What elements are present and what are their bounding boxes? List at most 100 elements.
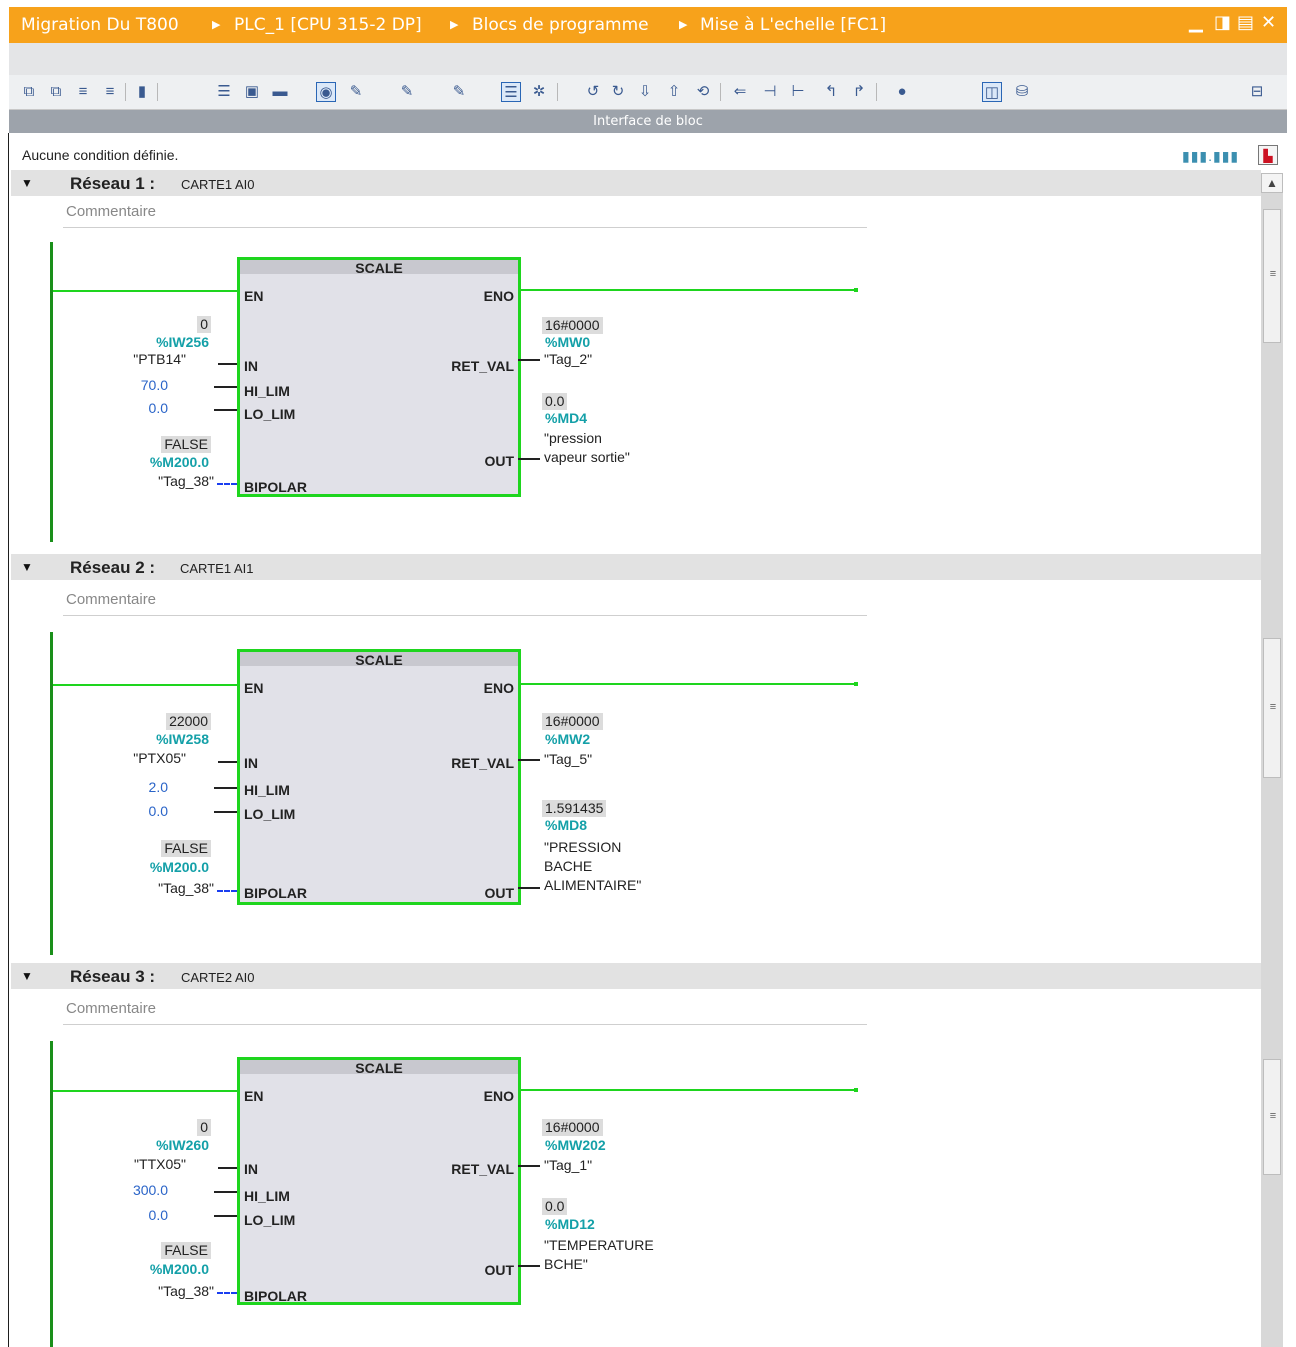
panel-toggle-icon[interactable]: ⊟ <box>1247 82 1267 102</box>
delete-network-icon[interactable]: ⧉ <box>46 82 66 102</box>
go-to-prev-icon[interactable]: ✎ <box>449 82 469 102</box>
in-address[interactable]: %IW256 <box>156 334 209 350</box>
scrollbar-thumb[interactable]: ≡ <box>1263 209 1281 343</box>
out-address[interactable]: %MD4 <box>545 410 587 426</box>
network-subtitle[interactable]: CARTE1 AI0 <box>181 177 254 192</box>
go-to-error-icon[interactable]: ✎ <box>346 82 366 102</box>
bipolar-address[interactable]: %M200.0 <box>150 859 209 875</box>
ret-val-tag[interactable]: "Tag_5" <box>544 750 592 769</box>
scrollbar-thumb[interactable]: ≡ <box>1263 638 1281 778</box>
out-tag-line-1[interactable]: "pression <box>544 429 602 448</box>
out-address[interactable]: %MD8 <box>545 817 587 833</box>
breadcrumb-device[interactable]: PLC_1 [CPU 315-2 DP] <box>234 15 422 35</box>
minimize-icon[interactable]: ▁ <box>1189 12 1203 33</box>
vertical-scrollbar[interactable]: ≡ <box>1261 963 1283 1347</box>
network-header[interactable]: ▼ Réseau 3 : CARTE2 AI0 <box>11 963 1261 989</box>
ret-val-tag[interactable]: "Tag_1" <box>544 1156 592 1175</box>
monitoring-icon[interactable]: ↺ <box>583 82 603 102</box>
call-structure-icon[interactable]: ✲ <box>529 82 549 102</box>
breakpoint-icon[interactable]: ● <box>892 82 912 102</box>
ret-val-address[interactable]: %MW202 <box>545 1137 606 1153</box>
in-tag[interactable]: "TTX05" <box>134 1155 186 1174</box>
reset-output-icon[interactable]: ⊢ <box>788 82 808 102</box>
hi-lim-value[interactable]: 70.0 <box>141 377 168 393</box>
breadcrumb-folder[interactable]: Blocs de programme <box>472 15 649 35</box>
lo-lim-value[interactable]: 0.0 <box>149 400 168 416</box>
add-row-icon[interactable]: ≡ <box>100 82 120 102</box>
in-tag[interactable]: "PTB14" <box>133 350 186 369</box>
out-address[interactable]: %MD12 <box>545 1216 595 1232</box>
network-comment-field[interactable]: Commentaire <box>63 588 867 616</box>
network-subtitle[interactable]: CARTE1 AI1 <box>180 561 253 576</box>
ret-val-address[interactable]: %MW2 <box>545 731 590 747</box>
breakpoint-status-icon[interactable]: ▙ <box>1258 145 1278 165</box>
network-comment-field[interactable]: Commentaire <box>63 200 867 228</box>
comment-icon[interactable]: ◉ <box>316 82 336 102</box>
vertical-scrollbar[interactable]: ≡ <box>1261 554 1283 963</box>
float-window-icon[interactable]: ◨ <box>1214 12 1231 33</box>
set-icon[interactable]: ⊣ <box>760 82 780 102</box>
network-subtitle[interactable]: CARTE2 AI0 <box>181 970 254 985</box>
rising-edge-icon[interactable]: ↰ <box>821 82 841 102</box>
close-branch-icon[interactable]: ⇐ <box>730 82 750 102</box>
block-interface-bar[interactable]: Interface de bloc <box>9 110 1287 133</box>
hi-lim-value[interactable]: 300.0 <box>133 1182 168 1198</box>
collapse-triangle-icon[interactable]: ▼ <box>21 969 33 983</box>
eno-wire-end <box>854 1088 858 1092</box>
falling-edge-icon[interactable]: ↱ <box>849 82 869 102</box>
out-tag-line-2[interactable]: vapeur sortie" <box>544 448 630 467</box>
network-header[interactable]: ▼ Réseau 2 : CARTE1 AI1 <box>11 554 1261 580</box>
scrollbar-thumb[interactable]: ≡ <box>1263 1059 1281 1175</box>
out-live-value: 0.0 <box>542 393 568 410</box>
out-tag-line-3[interactable]: ALIMENTAIRE" <box>544 876 641 895</box>
upload-icon[interactable]: ⇧ <box>664 82 684 102</box>
bipolar-address[interactable]: %M200.0 <box>150 454 209 470</box>
scroll-up-arrow-icon[interactable]: ▲ <box>1261 173 1283 193</box>
reset-icon[interactable]: ⟲ <box>693 82 713 102</box>
out-tag-line-2[interactable]: BCHE" <box>544 1255 588 1274</box>
bipolar-tag[interactable]: "Tag_38" <box>158 1282 214 1301</box>
out-tag-line-1[interactable]: "PRESSION <box>544 838 621 857</box>
collapse-triangle-icon[interactable]: ▼ <box>21 176 33 190</box>
collapse-triangle-icon[interactable]: ▼ <box>21 560 33 574</box>
network-view-icon[interactable]: ☰ <box>214 82 234 102</box>
lo-lim-value[interactable]: 0.0 <box>149 1207 168 1223</box>
compare-icon[interactable]: ↻ <box>608 82 628 102</box>
breadcrumb-block[interactable]: Mise à L'echelle [FC1] <box>700 15 886 35</box>
maximize-icon[interactable]: ▤ <box>1237 12 1254 33</box>
database-icon[interactable]: ⛁ <box>1012 82 1032 102</box>
close-icon[interactable]: ✕ <box>1261 12 1276 33</box>
network-header[interactable]: ▼ Réseau 1 : CARTE1 AI0 <box>11 170 1261 196</box>
open-branch-icon[interactable]: ▮ <box>132 82 152 102</box>
in-address[interactable]: %IW260 <box>156 1137 209 1153</box>
favorites-icon[interactable]: ▬ <box>270 82 290 102</box>
lo-lim-value[interactable]: 0.0 <box>149 803 168 819</box>
monitor-on-icon[interactable]: ◫ <box>982 82 1002 102</box>
in-address[interactable]: %IW258 <box>156 731 209 747</box>
pin-ret-val: RET_VAL <box>451 1161 514 1177</box>
insert-row-icon[interactable]: ≡ <box>73 82 93 102</box>
go-to-next-icon[interactable]: ✎ <box>397 82 417 102</box>
hi-lim-value[interactable]: 2.0 <box>149 779 168 795</box>
scale-function-block[interactable]: SCALE EN ENO IN RET_VAL HI_LIM LO_LIM OU… <box>237 257 521 497</box>
breadcrumb-separator-icon: ▶ <box>679 18 688 31</box>
scale-function-block[interactable]: SCALE EN ENO IN RET_VAL HI_LIM LO_LIM OU… <box>237 649 521 905</box>
bipolar-tag[interactable]: "Tag_38" <box>158 472 214 491</box>
vertical-scrollbar[interactable]: ≡ <box>1261 193 1283 554</box>
insert-network-icon[interactable]: ⧉ <box>19 82 39 102</box>
out-tag-line-1[interactable]: "TEMPERATURE <box>544 1236 654 1255</box>
absolute-operands-icon[interactable]: ▣ <box>242 82 262 102</box>
network-1: ▼ Réseau 1 : CARTE1 AI0 Commentaire SCAL… <box>11 170 1261 554</box>
bipolar-address[interactable]: %M200.0 <box>150 1261 209 1277</box>
breadcrumb-project[interactable]: Migration Du T800 <box>21 15 179 35</box>
download-icon[interactable]: ⇩ <box>635 82 655 102</box>
bipolar-tag[interactable]: "Tag_38" <box>158 879 214 898</box>
list-view-icon[interactable]: ☰ <box>501 82 521 102</box>
ret-val-tag[interactable]: "Tag_2" <box>544 350 592 369</box>
scale-function-block[interactable]: SCALE EN ENO IN RET_VAL HI_LIM LO_LIM OU… <box>237 1057 521 1305</box>
bipolar-live-value: FALSE <box>161 436 211 453</box>
ret-val-address[interactable]: %MW0 <box>545 334 590 350</box>
out-tag-line-2[interactable]: BACHE <box>544 857 592 876</box>
network-comment-field[interactable]: Commentaire <box>63 997 867 1025</box>
in-tag[interactable]: "PTX05" <box>133 749 186 768</box>
